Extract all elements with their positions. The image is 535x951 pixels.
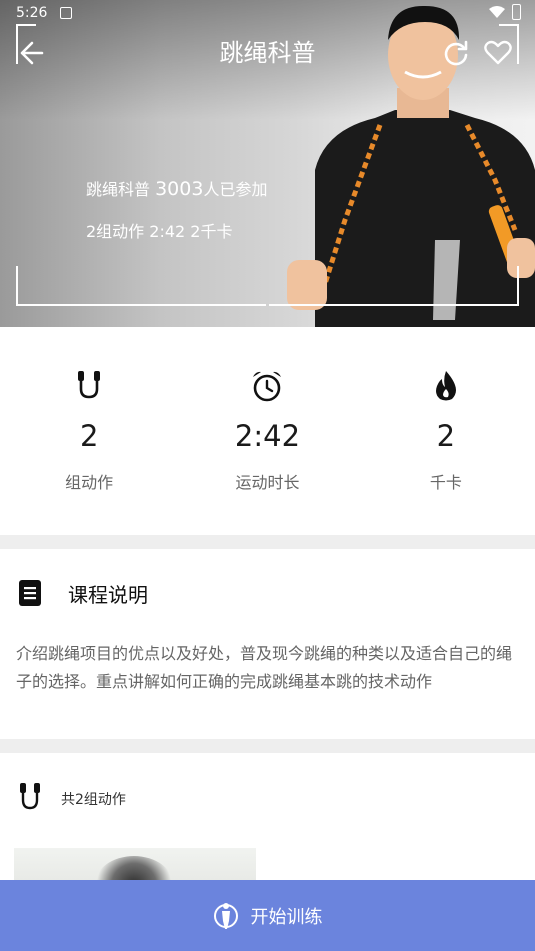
stat-calories: 2 千卡 <box>357 327 535 535</box>
participants-count: 3003 <box>155 178 204 200</box>
participants-suffix: 人已参加 <box>203 180 268 199</box>
stat-label: 组动作 <box>65 473 114 492</box>
document-icon <box>19 580 41 606</box>
jump-rope-icon <box>20 783 40 810</box>
actions-section: 共2组动作 <box>0 753 535 888</box>
actions-count: 共2组动作 <box>61 792 126 808</box>
section-divider <box>0 739 535 753</box>
stat-label: 千卡 <box>429 473 462 492</box>
sim-icon <box>60 7 72 19</box>
stat-duration: 2:42 运动时长 <box>178 327 356 535</box>
frame-corner <box>269 266 519 306</box>
course-description: 介绍跳绳项目的优点以及好处，普及现今跳绳的种类以及适合自己的绳子的选择。重点讲解… <box>16 644 513 691</box>
status-time: 5:26 <box>16 5 48 21</box>
refresh-button[interactable] <box>439 36 473 70</box>
stats-row: 2 组动作 2:42 运动时长 2 千卡 <box>0 327 535 535</box>
participants-text: 跳绳科普 3003人已参加 <box>86 176 267 200</box>
favorite-button[interactable] <box>481 36 515 70</box>
start-training-button[interactable]: 开始训练 <box>0 880 535 951</box>
course-title: 课程说明 <box>68 583 148 607</box>
stat-value: 2 <box>79 419 99 453</box>
stat-value: 2:42 <box>234 419 301 453</box>
start-training-label: 开始训练 <box>250 906 323 928</box>
stat-value: 2 <box>436 419 456 453</box>
heart-icon <box>484 40 512 65</box>
hero-banner: 5:26 跳绳科普 跳绳科普 3003人已参加 2组动作 2:42 2千卡 <box>0 0 535 327</box>
stat-label: 运动时长 <box>235 473 300 492</box>
person-icon <box>213 902 238 929</box>
section-divider <box>0 535 535 549</box>
refresh-icon <box>444 40 468 66</box>
frame-corner <box>16 266 266 306</box>
course-summary: 2组动作 2:42 2千卡 <box>86 222 233 241</box>
alarm-clock-icon <box>253 371 282 402</box>
participants-prefix: 跳绳科普 <box>86 180 156 199</box>
flame-icon <box>435 371 456 401</box>
course-description-section: 课程说明 介绍跳绳项目的优点以及好处，普及现今跳绳的种类以及适合自己的绳子的选择… <box>0 549 535 739</box>
stat-actions: 2 组动作 <box>0 327 178 535</box>
jump-rope-icon <box>78 371 101 399</box>
